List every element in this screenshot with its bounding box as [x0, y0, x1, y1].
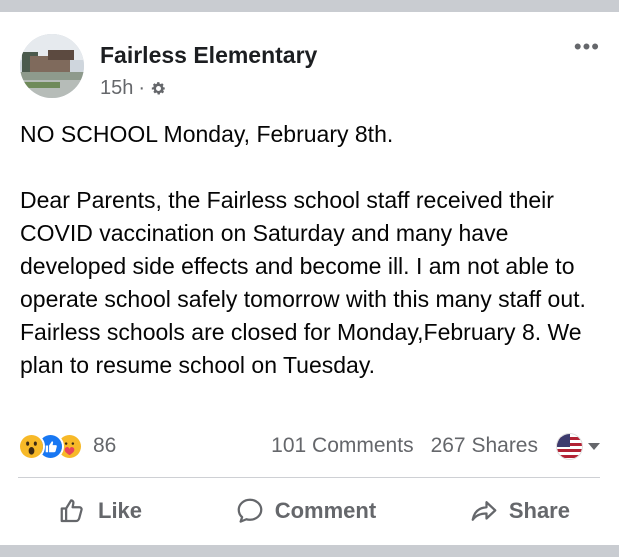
post-body: NO SCHOOL Monday, February 8th. Dear Par…	[20, 118, 605, 382]
post-timestamp[interactable]: 15h	[100, 77, 133, 100]
share-button[interactable]: Share	[469, 496, 570, 526]
like-icon	[60, 499, 83, 523]
comment-button[interactable]: Comment	[235, 496, 376, 526]
reactions-summary[interactable]: 86	[18, 430, 116, 462]
share-label: Share	[508, 498, 570, 523]
post-card: Fairless Elementary 15h · ••• NO SCHOOL …	[0, 12, 619, 545]
post-message: Dear Parents, the Fairless school staff …	[20, 187, 586, 378]
comments-count[interactable]: 101 Comments	[271, 434, 413, 458]
comment-icon	[237, 498, 263, 523]
share-icon	[471, 501, 497, 521]
viewer-avatar-icon[interactable]	[556, 432, 583, 460]
divider	[18, 477, 600, 478]
post-headline: NO SCHOOL Monday, February 8th.	[20, 121, 394, 147]
wow-reaction-icon	[18, 432, 45, 460]
meta-separator: ·	[138, 77, 146, 99]
comment-label: Comment	[274, 498, 377, 523]
gear-icon[interactable]	[150, 80, 167, 97]
reaction-count: 86	[93, 434, 117, 457]
post-meta: 15h ·	[100, 77, 167, 100]
post-stats: 86 101 Comments 267 Shares	[18, 430, 600, 462]
page-avatar[interactable]	[20, 34, 84, 98]
post-header: Fairless Elementary 15h · •••	[20, 34, 600, 100]
page-name[interactable]: Fairless Elementary	[100, 42, 317, 69]
post-actions: Like Comment Share	[18, 486, 600, 536]
chevron-down-icon[interactable]	[588, 442, 600, 450]
shares-count[interactable]: 267 Shares	[431, 434, 538, 458]
like-label: Like	[98, 498, 143, 523]
more-options-icon[interactable]: •••	[574, 36, 600, 58]
like-button[interactable]: Like	[58, 496, 142, 526]
engagement-counts: 101 Comments 267 Shares	[271, 430, 600, 462]
